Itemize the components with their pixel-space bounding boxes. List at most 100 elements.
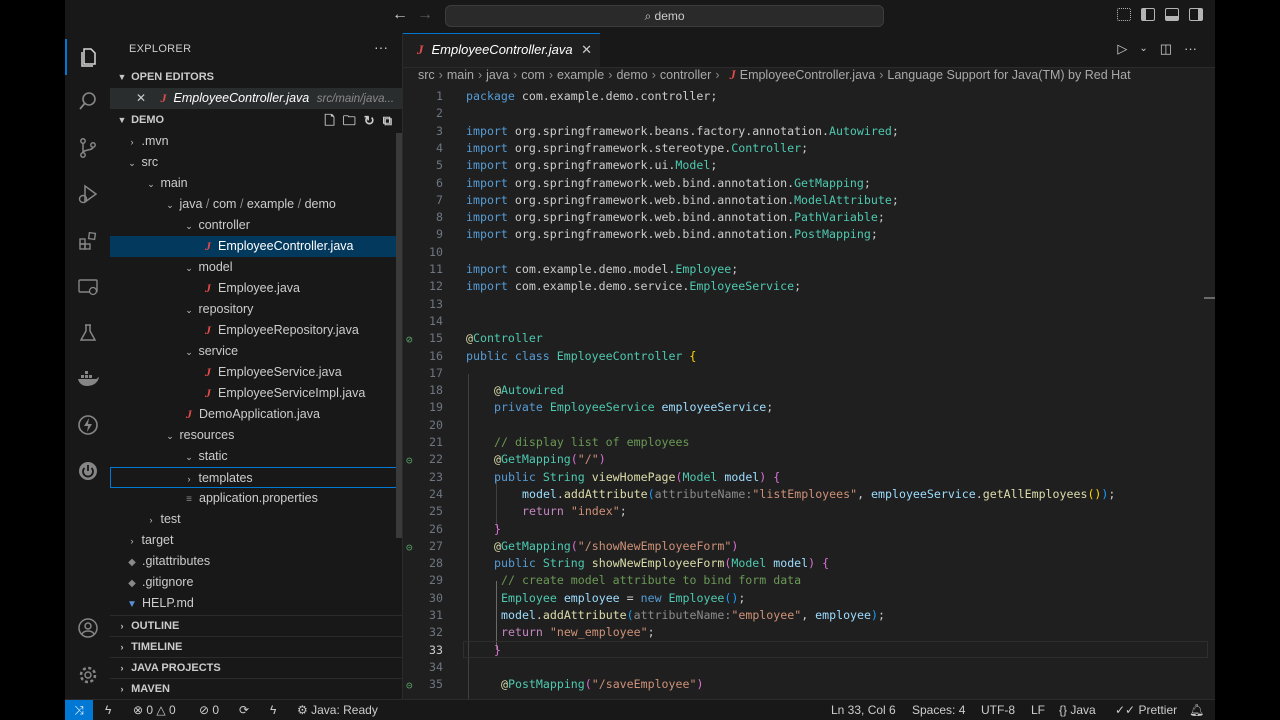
tree-item-employee-service-impl[interactable]: J EmployeeServiceImpl.java — [110, 383, 402, 404]
breadcrumb-item[interactable]: src — [418, 68, 435, 82]
refresh-icon[interactable]: ↻ — [364, 110, 375, 131]
maven-header[interactable]: › MAVEN — [110, 678, 402, 700]
code-token: Model — [731, 556, 767, 571]
tree-item-employee-repository[interactable]: J EmployeeRepository.java — [110, 320, 402, 341]
tree-label: test — [160, 512, 181, 526]
tree-item-controller[interactable]: ⌄ controller — [110, 215, 402, 236]
chevron-down-icon[interactable]: ⌄ — [1139, 41, 1147, 57]
run-icon[interactable]: ▷ — [1117, 41, 1127, 57]
code-token: org.springframework.web.bind.annotation. — [507, 175, 795, 190]
run-debug-icon[interactable] — [65, 176, 110, 212]
open-editor-item[interactable]: ✕ J EmployeeController.java src/main/java… — [110, 88, 402, 109]
new-folder-icon[interactable]: 🗀 — [343, 110, 356, 131]
tree-item-main[interactable]: ⌄ main — [110, 173, 402, 194]
ports-indicator[interactable]: ⊘ 0 — [199, 700, 219, 720]
open-editors-header[interactable]: ▼ OPEN EDITORS — [110, 67, 402, 88]
tab-employee-controller[interactable]: J EmployeeController.java ✕ — [403, 33, 600, 67]
remote-explorer-icon[interactable] — [65, 269, 110, 305]
tree-item-service[interactable]: ⌄ service — [110, 341, 402, 362]
new-file-icon[interactable]: 🗋 — [324, 110, 334, 131]
tree-item-templates[interactable]: › templates — [110, 467, 402, 488]
prettier-status[interactable]: ✓✓ Prettier — [1115, 700, 1177, 720]
toggle-secondary-sidebar-icon[interactable] — [1189, 8, 1203, 21]
command-center-search[interactable]: ⌕ demo — [445, 5, 884, 27]
extensions-icon[interactable] — [65, 223, 110, 259]
customize-layout-icon[interactable] — [1117, 8, 1131, 21]
bell-icon[interactable]: 🔔︎ — [1189, 700, 1204, 720]
breadcrumb-item[interactable]: controller — [660, 68, 711, 82]
close-icon[interactable]: ✕ — [136, 91, 146, 105]
tree-item-employee[interactable]: J Employee.java — [110, 278, 402, 299]
spring-icon[interactable]: ϟ — [270, 700, 276, 720]
power-icon[interactable] — [65, 453, 110, 489]
close-icon[interactable]: ✕ — [581, 34, 592, 66]
remote-indicator-icon[interactable]: ⤨ — [65, 700, 93, 720]
more-actions-icon[interactable]: ··· — [1184, 41, 1197, 57]
forward-arrow-icon[interactable]: → — [417, 6, 433, 24]
run-tests-icon[interactable]: ⟳ — [239, 700, 249, 720]
eol-setting[interactable]: LF — [1031, 700, 1045, 720]
files-icon[interactable] — [65, 39, 110, 75]
code-line: 14 — [403, 313, 1215, 330]
java-projects-header[interactable]: › JAVA PROJECTS — [110, 657, 402, 679]
tree-item-employee-controller[interactable]: J EmployeeController.java — [110, 236, 402, 257]
tree-label: target — [141, 533, 174, 547]
tree-item-src[interactable]: ⌄ src — [110, 152, 402, 173]
tree-item-application-properties[interactable]: ≡ application.properties — [110, 488, 402, 509]
tree-item-mvn[interactable]: › .mvn — [110, 131, 402, 152]
timeline-header[interactable]: › TIMELINE — [110, 636, 402, 658]
line-number: 31 — [429, 608, 443, 622]
toggle-primary-sidebar-icon[interactable] — [1141, 8, 1155, 21]
tree-item-test[interactable]: › test — [110, 509, 402, 530]
line-number: 26 — [429, 521, 443, 536]
account-icon[interactable] — [65, 610, 110, 646]
minimap-slider[interactable] — [1204, 297, 1215, 299]
tree-item-demo-application[interactable]: J DemoApplication.java — [110, 404, 402, 425]
chevron-down-icon: ⌄ — [185, 347, 193, 357]
source-control-icon[interactable] — [65, 130, 110, 166]
folder-demo-header[interactable]: ▼ DEMO 🗋 🗀 ↻ ⧉ — [110, 110, 402, 131]
breadcrumb-item[interactable]: com — [521, 68, 545, 82]
breadcrumb-item[interactable]: example — [557, 68, 604, 82]
tree-item-model[interactable]: ⌄ model — [110, 257, 402, 278]
sidebar-scrollbar[interactable] — [396, 133, 402, 538]
breadcrumb-file[interactable]: EmployeeController.java — [740, 68, 876, 82]
java-status[interactable]: ⚙ Java: Ready — [297, 700, 378, 720]
testing-icon[interactable] — [65, 315, 110, 351]
spring-boot-icon[interactable] — [65, 407, 110, 443]
indentation-setting[interactable]: Spaces: 4 — [912, 700, 965, 720]
tree-item-help[interactable]: ▼ HELP.md — [110, 593, 402, 614]
cursor-position[interactable]: Ln 33, Col 6 — [831, 700, 896, 720]
breadcrumb-item[interactable]: demo — [616, 68, 647, 82]
breadcrumb-item[interactable]: main — [447, 68, 474, 82]
collapse-all-icon[interactable]: ⧉ — [383, 110, 392, 131]
encoding-setting[interactable]: UTF-8 — [981, 700, 1015, 720]
title-bar: ← → ⌕ demo — [65, 0, 1215, 34]
code-editor[interactable]: 1 package com.example.demo.controller; 2 … — [403, 88, 1215, 699]
tree-item-gitattributes[interactable]: ◆ .gitattributes — [110, 551, 402, 572]
breadcrumb-item[interactable]: java — [486, 68, 509, 82]
lightning-icon[interactable]: ϟ — [105, 700, 111, 720]
split-editor-icon[interactable]: ◫ — [1160, 41, 1172, 57]
problems-indicator[interactable]: ⊗ 0 △ 0 — [133, 700, 176, 720]
back-arrow-icon[interactable]: ← — [392, 6, 408, 24]
gear-icon[interactable] — [65, 657, 110, 693]
language-mode[interactable]: {} Java — [1059, 700, 1096, 720]
tree-item-repository[interactable]: ⌄ repository — [110, 299, 402, 320]
toggle-panel-icon[interactable] — [1165, 8, 1179, 21]
tree-item-employee-service[interactable]: J EmployeeService.java — [110, 362, 402, 383]
chevron-right-icon: › — [187, 474, 191, 484]
tree-label: application.properties — [199, 491, 318, 505]
tree-item-resources[interactable]: ⌄ resources — [110, 425, 402, 446]
breadcrumb-item[interactable]: Language Support for Java(TM) by Red Hat — [887, 68, 1130, 82]
search-icon[interactable] — [65, 83, 110, 119]
outline-header[interactable]: › OUTLINE — [110, 615, 402, 637]
tree-item-static[interactable]: ⌄ static — [110, 446, 402, 467]
tree-label: java — [179, 197, 203, 211]
code-line: 25 return "index"; — [403, 503, 1215, 520]
tree-item-target[interactable]: › target — [110, 530, 402, 551]
tree-item-gitignore[interactable]: ◆ .gitignore — [110, 572, 402, 593]
docker-icon[interactable] — [65, 361, 110, 397]
more-actions-icon[interactable]: ··· — [374, 39, 388, 55]
tree-item-java-package[interactable]: ⌄ java / com / example / demo — [110, 194, 402, 215]
